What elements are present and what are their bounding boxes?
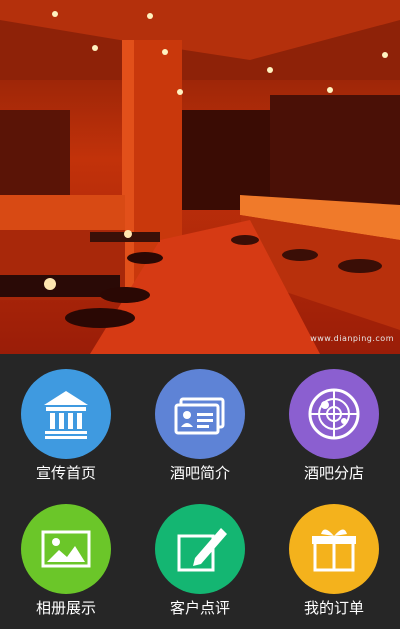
menu-item-label: 我的订单 bbox=[303, 599, 364, 617]
menu-item-label: 相册展示 bbox=[35, 599, 96, 617]
menu-item-label: 客户点评 bbox=[169, 599, 230, 617]
menu-item-my-orders[interactable]: 我的订单 bbox=[274, 489, 394, 619]
menu-grid: 宣传首页 酒吧简介 酒吧分店 相册展示 客户点评 我的订单 bbox=[0, 354, 400, 629]
menu-item-label: 酒吧简介 bbox=[169, 464, 230, 482]
gift-icon bbox=[289, 504, 379, 594]
id-card-icon bbox=[155, 369, 245, 459]
image-icon bbox=[21, 504, 111, 594]
bank-icon bbox=[21, 369, 111, 459]
hero-banner-image: www.dianping.com bbox=[0, 0, 400, 354]
menu-item-photo-album[interactable]: 相册展示 bbox=[6, 489, 126, 619]
pen-icon bbox=[155, 504, 245, 594]
menu-item-label: 酒吧分店 bbox=[303, 464, 364, 482]
bar-interior-photo bbox=[0, 0, 400, 354]
menu-item-promo-home[interactable]: 宣传首页 bbox=[6, 354, 126, 484]
menu-item-customer-reviews[interactable]: 客户点评 bbox=[140, 489, 260, 619]
radar-icon bbox=[289, 369, 379, 459]
photo-watermark: www.dianping.com bbox=[310, 334, 394, 343]
menu-item-label: 宣传首页 bbox=[35, 464, 96, 482]
menu-item-bar-branches[interactable]: 酒吧分店 bbox=[274, 354, 394, 484]
menu-item-bar-intro[interactable]: 酒吧简介 bbox=[140, 354, 260, 484]
